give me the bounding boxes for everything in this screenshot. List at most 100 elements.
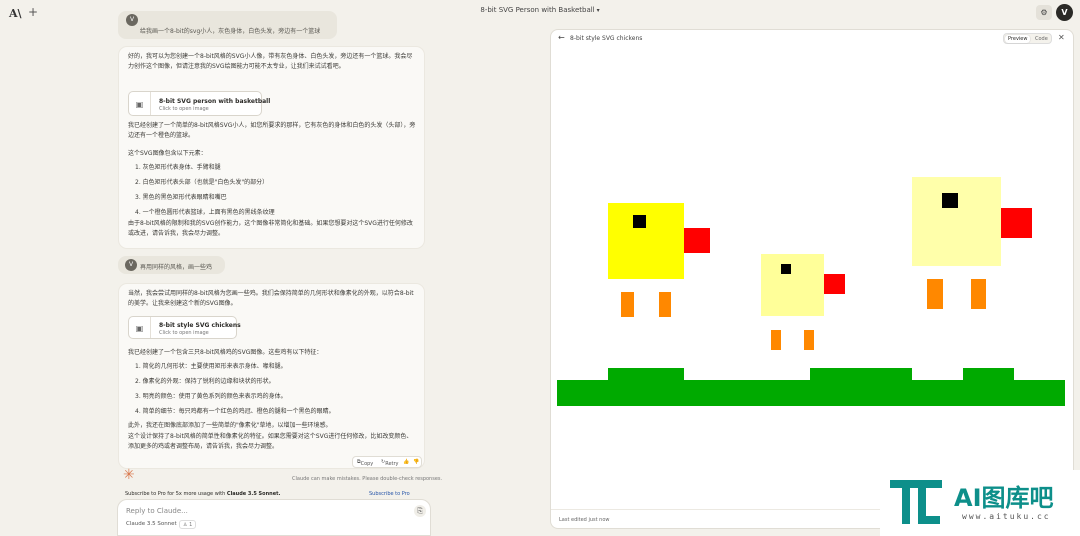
chicken-leg [659, 292, 671, 317]
image-icon: ▣ [129, 317, 151, 338]
artifact-title: 8-bit style SVG chickens [159, 322, 241, 329]
assistant-closing: 这个设计保持了8-bit风格的简单性和像素化的特征。如果您需要对这个SVG进行任… [128, 433, 413, 450]
assistant-message: 好的，我可以为您创建一个8-bit风格的SVG小人像，带有灰色身体、白色头发，旁… [118, 46, 425, 249]
last-edited: Last edited just now [559, 517, 610, 523]
user-message: V 再用同样的风格，画一些鸡 [118, 256, 225, 274]
copy-label: Copy [360, 461, 374, 467]
preview-code-toggle[interactable]: Preview Code [1003, 33, 1052, 44]
composer[interactable]: Reply to Claude... ⎘ Claude 3.5 Sonnet ♙… [117, 499, 431, 536]
user-avatar: V [126, 14, 138, 26]
grass [557, 368, 1065, 406]
message-actions: ⧉ Copy ↻ Retry 👍 👎 [352, 456, 422, 468]
thumbs-down-icon[interactable]: 👎 [413, 459, 419, 465]
logo-bar [918, 516, 940, 524]
thumbs-up-icon[interactable]: 👍 [403, 459, 409, 465]
artifact-card[interactable]: ▣ 8-bit SVG person with basketball Click… [128, 91, 270, 116]
list-item: 4. 一个橙色圆形代表篮球，上面有黑色的黑线条纹理 [135, 209, 275, 216]
image-icon: ▣ [129, 92, 151, 115]
copy-button[interactable]: ⧉ Copy [357, 459, 373, 467]
list-item-text: 简化的几何形状：主要使用矩形来表示身体、喙和腿。 [142, 363, 287, 370]
logo-bar [890, 480, 942, 488]
grass-tuft [963, 368, 1014, 382]
list-item-text: 像素化的外观：保持了锐利的边缘和块状的形状。 [142, 378, 275, 385]
retry-button[interactable]: ↻ Retry [381, 459, 399, 467]
chicken-2 [761, 254, 845, 350]
assistant-intro: 好的，我可以为您创建一个8-bit风格的SVG小人像，带有灰色身体、白色头发，旁… [128, 53, 413, 70]
grass-base [557, 380, 1065, 406]
disclaimer: Claude can make mistakes. Please double-… [292, 476, 443, 482]
pro-model: Claude 3.5 Sonnet. [226, 491, 281, 497]
list-item-text: 灰色矩形代表身体、手臂和腿 [142, 164, 221, 171]
list-item: 1. 简化的几何形状：主要使用矩形来表示身体、喙和腿。 [135, 363, 287, 370]
list-intro: 这个SVG图像包含以下元素： [128, 150, 207, 157]
assistant-paragraph: 我已经创建了一个简单的8-bit风格SVG小人，如您所要求的那样，它有灰色的身体… [128, 122, 416, 139]
artifact-subtitle: Click to open image [159, 106, 209, 112]
reply-input[interactable]: Reply to Claude... [126, 507, 188, 515]
tab-code[interactable]: Code [1032, 35, 1051, 43]
conversation-title-text[interactable]: 8-bit SVG Person with Basketball [480, 6, 594, 14]
tab-preview[interactable]: Preview [1005, 35, 1031, 43]
avatar[interactable]: V [1056, 4, 1073, 21]
chicken-eye [633, 215, 646, 228]
list-item-text: 一个橙色圆形代表篮球，上面有黑色的黑线条纹理 [142, 209, 275, 216]
chevron-down-icon[interactable]: ▾ [597, 7, 600, 14]
artifact-title: 8-bit SVG person with basketball [159, 98, 271, 105]
artifact-card[interactable]: ▣ 8-bit style SVG chickens Click to open… [128, 316, 241, 339]
chicken-leg [971, 279, 986, 309]
assistant-paragraph: 我已经创建了一个包含三只8-bit风格鸡的SVG图像。这些鸡有以下特征： [128, 349, 323, 356]
artifact-subtitle: Click to open image [159, 330, 209, 336]
aituku-logo-icon [890, 480, 942, 524]
close-icon[interactable]: ✕ [1058, 33, 1065, 42]
chicken-3 [912, 177, 1032, 309]
watermark-text: AI图库吧 [954, 484, 1054, 512]
assistant-intro: 当然，我会尝试用同样的8-bit风格为您画一些鸡。我们会保持简单的几何形状和像素… [128, 290, 414, 307]
list-item: 2. 像素化的外观：保持了锐利的边缘和块状的形状。 [135, 378, 275, 385]
chicken-eye [781, 264, 791, 274]
chicken-leg [927, 279, 943, 309]
chicken-body [761, 254, 824, 316]
list-item: 4. 简单的细节：每只鸡都有一个红色的鸡冠、橙色的腿和一个黑色的眼睛。 [135, 408, 335, 415]
chicken-body [608, 203, 684, 279]
subscribe-pro-link[interactable]: Subscribe to Pro [369, 491, 410, 497]
grass-tuft [810, 368, 912, 382]
pro-text-main: Subscribe to Pro for 5x more usage with [125, 491, 226, 497]
watermark-url: www.aituku.cc [962, 512, 1051, 521]
grass-tuft [608, 368, 684, 382]
chicken-comb [684, 228, 710, 253]
chickens-svg [557, 177, 1065, 406]
panel-title: 8-bit style SVG chickens [570, 35, 643, 42]
model-selector[interactable]: Claude 3.5 Sonnet [126, 521, 177, 527]
panel-header: ← 8-bit style SVG chickens Preview Code … [551, 30, 1073, 48]
back-arrow-icon[interactable]: ← [558, 33, 565, 42]
assistant-extra: 此外，我还在图像底部添加了一些简单的"像素化"草地，以增加一些环境感。 [128, 422, 332, 429]
list-item-text: 白色矩形代表头部（也就是"白色头发"的部分） [142, 179, 269, 186]
model-badge: ♙ 1 [179, 520, 197, 529]
retry-label: Retry [385, 461, 399, 467]
chicken-comb [824, 274, 845, 294]
list-item-text: 简单的细节：每只鸡都有一个红色的鸡冠、橙色的腿和一个黑色的眼睛。 [142, 408, 335, 415]
user-avatar: V [125, 259, 137, 271]
claude-logo-icon: ✳ [123, 467, 135, 483]
model-badge-count: 1 [189, 522, 193, 528]
pro-text: Subscribe to Pro for 5x more usage with … [125, 491, 280, 497]
list-item: 3. 明亮的颜色：使用了黄色系列的颜色来表示鸡的身体。 [135, 393, 287, 400]
artifact-panel: ← 8-bit style SVG chickens Preview Code … [550, 29, 1074, 529]
svg-preview [551, 48, 1073, 508]
paperclip-icon[interactable]: ⎘ [414, 505, 426, 517]
assistant-message: 当然，我会尝试用同样的8-bit风格为您画一些鸡。我们会保持简单的几何形状和像素… [118, 283, 425, 469]
chicken-comb [1001, 208, 1032, 238]
list-item-text: 黑色的黑色矩形代表眼睛和嘴巴 [142, 194, 227, 201]
list-item: 1. 灰色矩形代表身体、手臂和腿 [135, 164, 221, 171]
user-message-text: 再用同样的风格，画一些鸡 [140, 264, 213, 271]
list-item: 3. 黑色的黑色矩形代表眼睛和嘴巴 [135, 194, 227, 201]
sliders-icon[interactable]: ⚙ [1036, 5, 1052, 20]
chicken-leg [621, 292, 634, 317]
chicken-1 [608, 203, 710, 317]
chicken-leg [771, 330, 781, 350]
list-item-text: 明亮的颜色：使用了黄色系列的颜色来表示鸡的身体。 [142, 393, 287, 400]
list-item: 2. 白色矩形代表头部（也就是"白色头发"的部分） [135, 179, 269, 186]
chicken-eye [942, 193, 958, 208]
chicken-leg [804, 330, 814, 350]
user-message: V 给我画一个8-bit的svg小人，灰色身体，白色头发，旁边有一个篮球 [118, 11, 337, 39]
logo-bar [902, 488, 910, 524]
